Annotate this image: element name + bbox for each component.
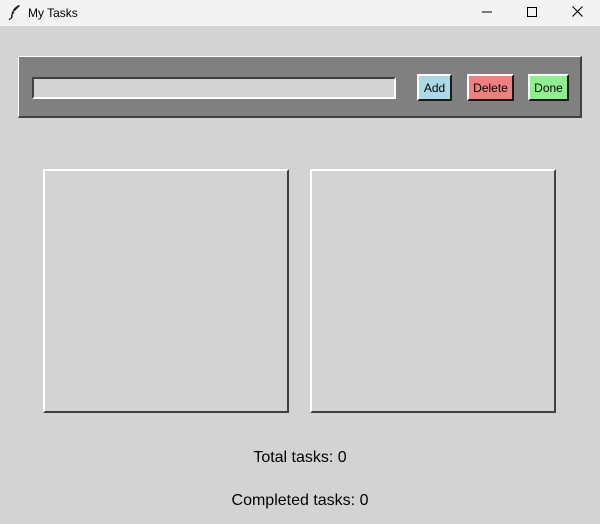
window-title: My Tasks bbox=[28, 6, 78, 20]
toolbar-frame: Add Delete Done bbox=[18, 56, 582, 118]
app-window: My Tasks Add Delete Done Total tasks: 0 … bbox=[0, 0, 600, 524]
title-bar[interactable]: My Tasks bbox=[0, 0, 600, 26]
pending-tasks-listbox[interactable] bbox=[43, 169, 289, 413]
minimize-icon bbox=[482, 4, 492, 22]
add-button[interactable]: Add bbox=[417, 74, 452, 101]
total-tasks-label: Total tasks: 0 bbox=[253, 449, 347, 466]
done-button[interactable]: Done bbox=[528, 74, 569, 101]
close-icon bbox=[571, 4, 583, 22]
maximize-button[interactable] bbox=[509, 0, 555, 26]
minimize-button[interactable] bbox=[464, 0, 510, 26]
maximize-icon bbox=[527, 4, 537, 22]
completed-tasks-listbox[interactable] bbox=[310, 169, 556, 413]
close-button[interactable] bbox=[554, 0, 600, 26]
delete-button[interactable]: Delete bbox=[467, 74, 514, 101]
feather-icon bbox=[8, 4, 22, 21]
task-input[interactable] bbox=[32, 77, 396, 99]
completed-tasks-label: Completed tasks: 0 bbox=[231, 492, 369, 509]
